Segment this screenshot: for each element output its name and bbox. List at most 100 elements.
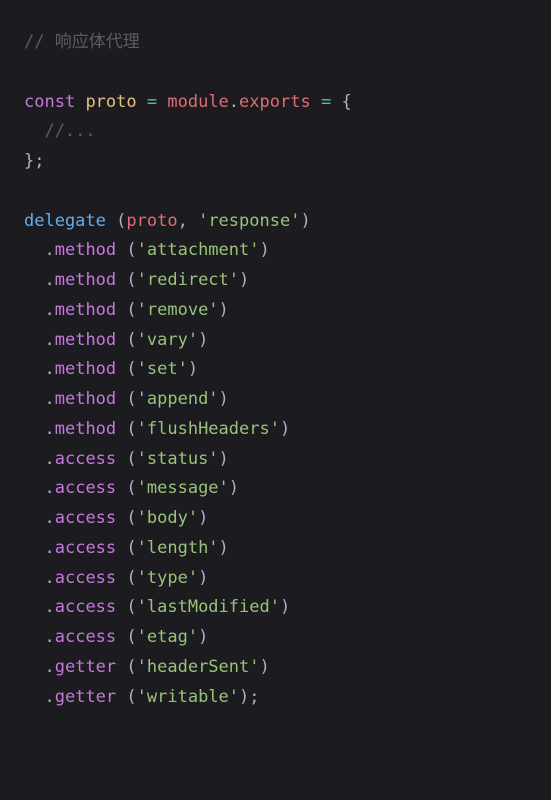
chain-arg: 'remove' [137,300,219,320]
paren-open: ( [126,627,136,647]
dot: . [44,657,54,677]
chain-method: getter [55,657,116,677]
proto-arg: proto [126,211,177,231]
paren-open: ( [126,300,136,320]
chain-line: .method ('set') [24,355,527,385]
chain-line: .access ('lastModified') [24,593,527,623]
paren-open: ( [126,568,136,588]
dot: . [44,419,54,439]
const-keyword: const [24,92,75,112]
dot: . [44,240,54,260]
paren-close: ) [188,359,198,379]
dot: . [44,270,54,290]
dot: . [44,687,54,707]
paren-close: ) [198,330,208,350]
paren-open: ( [126,687,136,707]
paren-close: ) [239,687,249,707]
comment-line: // 响应体代理 [24,28,527,58]
chain-line: .access ('message') [24,474,527,504]
equals-op: = [147,92,157,112]
chain-arg: 'length' [137,538,219,558]
paren-open: ( [126,478,136,498]
module-ident: module [167,92,228,112]
paren-close: ) [239,270,249,290]
brace-close: } [24,151,34,171]
paren-close: ) [219,449,229,469]
chain-line: .getter ('headerSent') [24,653,527,683]
semicolon: ; [249,687,259,707]
comment-text: // 响应体代理 [24,32,140,52]
paren-open: ( [116,211,126,231]
chain-arg: 'lastModified' [137,597,280,617]
chain-line: .method ('flushHeaders') [24,415,527,445]
dot: . [44,449,54,469]
comma: , [178,211,188,231]
dot: . [44,330,54,350]
close-brace-line: }; [24,147,527,177]
proto-var: proto [85,92,136,112]
delegate-line: delegate (proto, 'response') [24,207,527,237]
chain-method: access [55,627,116,647]
chain-arg: 'headerSent' [137,657,260,677]
paren-open: ( [126,657,136,677]
dot: . [229,92,239,112]
paren-close: ) [280,419,290,439]
chain-line: .getter ('writable'); [24,683,527,713]
chain-line: .method ('attachment') [24,236,527,266]
paren-open: ( [126,359,136,379]
blank-line [24,177,527,207]
equals-op: = [321,92,331,112]
semicolon: ; [34,151,44,171]
chain-line: .access ('type') [24,564,527,594]
chain-arg: 'redirect' [137,270,239,290]
chain-method: access [55,597,116,617]
dot: . [44,359,54,379]
dot: . [44,508,54,528]
paren-close: ) [219,300,229,320]
comment-line-2: //... [24,117,527,147]
chain-method: access [55,449,116,469]
paren-close: ) [280,597,290,617]
paren-close: ) [198,508,208,528]
chain-arg: 'vary' [137,330,198,350]
chain-line: .access ('body') [24,504,527,534]
paren-open: ( [126,538,136,558]
delegate-fn: delegate [24,211,106,231]
paren-close: ) [198,568,208,588]
chain-line: .method ('append') [24,385,527,415]
chain-method: method [55,270,116,290]
chain-arg: 'set' [137,359,188,379]
chain-method: method [55,330,116,350]
chain-arg: 'type' [137,568,198,588]
paren-close: ) [219,389,229,409]
chain-line: .method ('remove') [24,296,527,326]
chain-arg: 'writable' [137,687,239,707]
chain-arg: 'attachment' [137,240,260,260]
blank-line [24,58,527,88]
chain-line: .access ('length') [24,534,527,564]
dot: . [44,597,54,617]
paren-close: ) [219,538,229,558]
chain-arg: 'append' [137,389,219,409]
comment-text: //... [44,121,95,141]
brace-open: { [341,92,351,112]
paren-open: ( [126,419,136,439]
paren-close: ) [198,627,208,647]
dot: . [44,538,54,558]
paren-open: ( [126,508,136,528]
paren-open: ( [126,449,136,469]
paren-open: ( [126,240,136,260]
chain-method: method [55,389,116,409]
chain-arg: 'etag' [137,627,198,647]
chain-line: .access ('etag') [24,623,527,653]
dot: . [44,568,54,588]
chain-arg: 'body' [137,508,198,528]
chain-method: method [55,419,116,439]
paren-open: ( [126,389,136,409]
chain-arg: 'status' [137,449,219,469]
const-line: const proto = module.exports = { [24,88,527,118]
chain-method: access [55,538,116,558]
dot: . [44,478,54,498]
chain-arg: 'flushHeaders' [137,419,280,439]
chain-line: .access ('status') [24,445,527,475]
